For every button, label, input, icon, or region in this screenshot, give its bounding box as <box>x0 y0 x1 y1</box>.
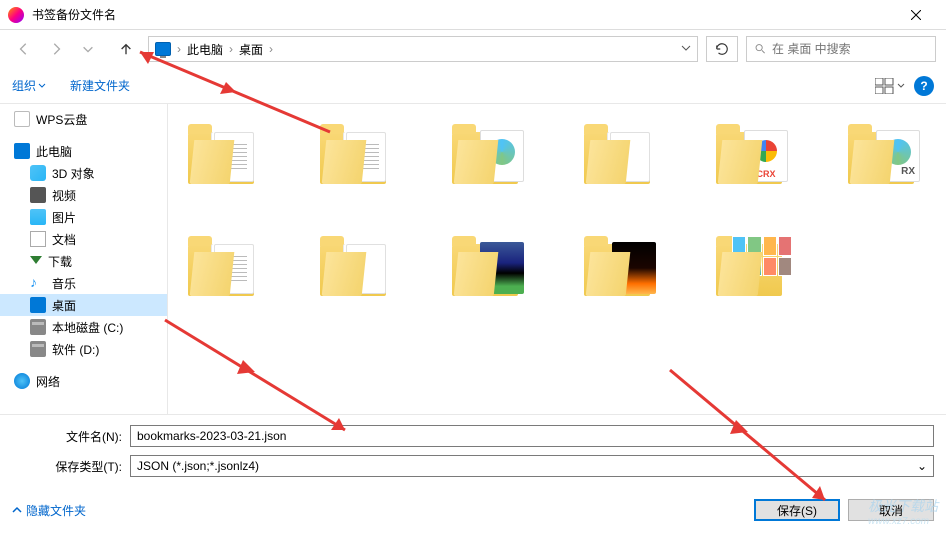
sidebar-item-3d[interactable]: 3D 对象 <box>0 162 167 184</box>
close-button[interactable] <box>893 1 938 29</box>
help-button[interactable]: ? <box>914 76 934 96</box>
searchbox[interactable] <box>746 36 936 62</box>
save-panel: 文件名(N): 保存类型(T): JSON (*.json;*.jsonlz4)… <box>0 414 946 529</box>
folder-item[interactable] <box>848 120 924 184</box>
cancel-button[interactable]: 取消 <box>848 499 934 521</box>
toolbar: 组织 新建文件夹 ? <box>0 68 946 104</box>
3d-icon <box>30 165 46 181</box>
music-icon: ♪ <box>30 275 46 291</box>
sidebar-item-desktop[interactable]: 桌面 <box>0 294 167 316</box>
sidebar-item-thispc[interactable]: 此电脑 <box>0 140 167 162</box>
sidebar-item-disk-d[interactable]: 软件 (D:) <box>0 338 167 360</box>
sidebar-item-pictures[interactable]: 图片 <box>0 206 167 228</box>
download-icon <box>30 256 42 270</box>
folder-item[interactable] <box>188 120 264 184</box>
pictures-icon <box>30 209 46 225</box>
folder-item[interactable] <box>320 232 396 296</box>
hide-folders-link[interactable]: 隐藏文件夹 <box>12 502 86 519</box>
titlebar: 书签备份文件名 <box>0 0 946 30</box>
recent-dropdown[interactable] <box>74 35 102 63</box>
folder-item[interactable] <box>452 120 528 184</box>
sidebar: WPS云盘 此电脑 3D 对象 视频 图片 文档 下载 ♪音乐 桌面 本地磁盘 … <box>0 104 168 414</box>
sidebar-item-downloads[interactable]: 下载 <box>0 250 167 272</box>
breadcrumb-item[interactable]: 此电脑 <box>187 41 223 58</box>
window-title: 书签备份文件名 <box>32 6 893 23</box>
filetype-label: 保存类型(T): <box>12 458 130 475</box>
sidebar-item-network[interactable]: 网络 <box>0 370 167 392</box>
folder-item[interactable] <box>320 120 396 184</box>
sidebar-item-disk-c[interactable]: 本地磁盘 (C:) <box>0 316 167 338</box>
organize-menu[interactable]: 组织 <box>12 77 46 94</box>
chevron-down-icon[interactable] <box>681 42 691 56</box>
folder-item[interactable] <box>584 120 660 184</box>
pc-icon <box>14 143 30 159</box>
file-view[interactable]: CRX <box>168 104 946 414</box>
breadcrumb-item[interactable]: 桌面 <box>239 41 263 58</box>
navbar: › 此电脑 › 桌面 › <box>0 30 946 68</box>
chevron-right-icon: › <box>229 42 233 56</box>
sidebar-item-music[interactable]: ♪音乐 <box>0 272 167 294</box>
documents-icon <box>30 231 46 247</box>
chevron-up-icon <box>12 505 22 515</box>
up-button[interactable] <box>112 35 140 63</box>
forward-button[interactable] <box>42 35 70 63</box>
folder-item[interactable] <box>188 232 264 296</box>
filetype-select[interactable]: JSON (*.json;*.jsonlz4)⌄ <box>130 455 934 477</box>
network-icon <box>14 373 30 389</box>
chevron-right-icon: › <box>177 42 181 56</box>
new-folder-button[interactable]: 新建文件夹 <box>70 77 130 94</box>
pc-icon <box>155 42 171 56</box>
save-button[interactable]: 保存(S) <box>754 499 840 521</box>
folder-item[interactable] <box>452 232 528 296</box>
filename-label: 文件名(N): <box>12 428 130 445</box>
chevron-down-icon: ⌄ <box>917 459 927 473</box>
disk-icon <box>30 341 46 357</box>
addressbar[interactable]: › 此电脑 › 桌面 › <box>148 36 698 62</box>
sidebar-item-wps[interactable]: WPS云盘 <box>0 108 167 130</box>
folder-item[interactable] <box>716 232 792 296</box>
sidebar-item-documents[interactable]: 文档 <box>0 228 167 250</box>
cloud-icon <box>14 111 30 127</box>
back-button[interactable] <box>10 35 38 63</box>
desktop-icon <box>30 297 46 313</box>
sidebar-item-videos[interactable]: 视频 <box>0 184 167 206</box>
search-icon <box>755 42 766 56</box>
folder-item[interactable] <box>584 232 660 296</box>
filename-input[interactable] <box>130 425 934 447</box>
refresh-button[interactable] <box>706 36 738 62</box>
disk-icon <box>30 319 46 335</box>
video-icon <box>30 187 46 203</box>
view-button[interactable] <box>874 74 906 98</box>
folder-item[interactable]: CRX <box>716 120 792 184</box>
search-input[interactable] <box>772 42 927 56</box>
firefox-icon <box>8 7 24 23</box>
chevron-right-icon: › <box>269 42 273 56</box>
